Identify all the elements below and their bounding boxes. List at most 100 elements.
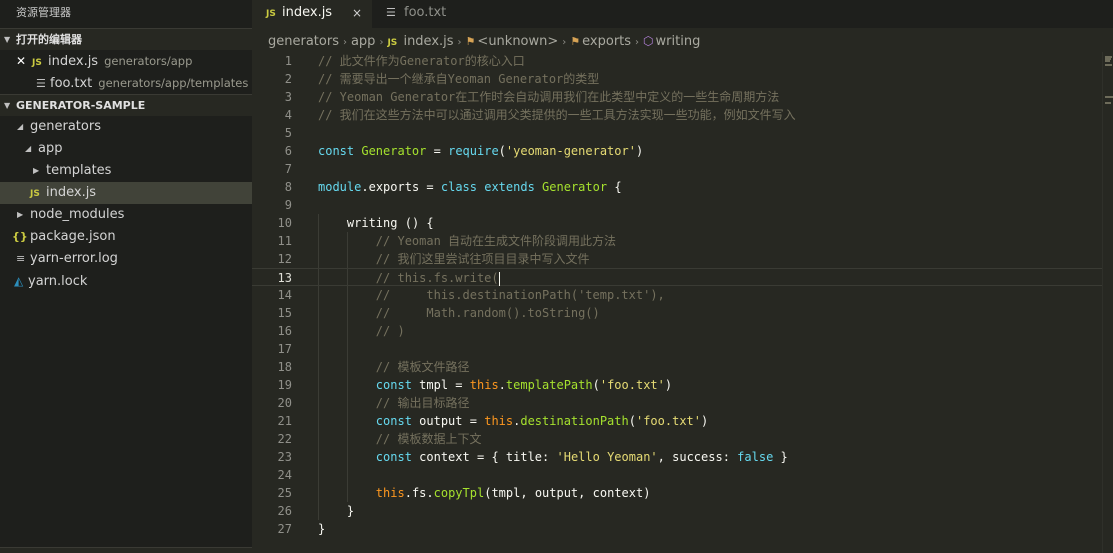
code-line[interactable]: 25 this.fs.copyTpl(tmpl, output, context…	[252, 484, 1102, 502]
tree-item-generators[interactable]: ◢ generators	[0, 116, 252, 138]
code-text: this.fs.copyTpl(tmpl, output, context)	[375, 486, 651, 500]
code-line[interactable]: 24	[252, 466, 1102, 484]
code-line[interactable]: 21 const output = this.destinationPath('…	[252, 412, 1102, 430]
code-line[interactable]: 14 // this.destinationPath('temp.txt'),	[252, 286, 1102, 304]
code-line[interactable]: 17	[252, 340, 1102, 358]
code-editor[interactable]: 1 // 此文件作为Generator的核心入口 2 // 需要导出一个继承自Yeom…	[252, 52, 1102, 553]
code-line[interactable]: 9	[252, 196, 1102, 214]
code-text: }	[318, 522, 326, 536]
tree-item-label: generators	[30, 119, 101, 134]
minimap-line	[1105, 96, 1113, 98]
tree-item-app[interactable]: ◢ app	[0, 138, 252, 160]
code-line[interactable]: 22 // 模板数据上下文	[252, 430, 1102, 448]
open-editors-header[interactable]: ▼ 打开的编辑器	[0, 28, 252, 50]
tree-item-package-json[interactable]: {} package.json	[0, 226, 252, 248]
code-text: module.exports = class extends Generator…	[318, 180, 622, 194]
open-editor-item-foo-txt[interactable]: ☰ foo.txt generators/app/templates	[0, 72, 252, 94]
chevron-right-icon: ›	[635, 37, 640, 48]
collapsed-panel-divider	[0, 547, 252, 553]
code-line[interactable]: 3 // Yeoman Generator在工作时会自动调用我们在此类型中定义的一…	[252, 88, 1102, 106]
code-line[interactable]: 2 // 需要导出一个继承自Yeoman Generator的类型	[252, 70, 1102, 88]
code-line[interactable]: 11 // Yeoman 自动在生成文件阶段调用此方法	[252, 232, 1102, 250]
code-line[interactable]: 13 // this.fs.write(	[252, 268, 1102, 286]
line-number: 2	[284, 72, 292, 86]
close-icon[interactable]: ×	[352, 0, 362, 26]
line-number: 26	[277, 504, 292, 518]
cube-icon: ⬡	[643, 34, 654, 48]
text-cursor	[498, 271, 500, 286]
tree-item-label: yarn-error.log	[30, 251, 118, 266]
tree-item-index-js[interactable]: JS index.js	[0, 182, 252, 204]
line-number: 27	[277, 522, 292, 536]
breadcrumb-item[interactable]: writing	[656, 34, 701, 49]
workspace-header[interactable]: ▼ GENERATOR-SAMPLE	[0, 94, 252, 116]
line-number: 3	[284, 90, 292, 104]
chevron-down-icon: ◢	[25, 144, 32, 153]
code-line[interactable]: 12 // 我们这里尝试往项目目录中写入文件	[252, 250, 1102, 268]
breadcrumb-item[interactable]: app	[351, 34, 375, 49]
line-number: 21	[277, 414, 292, 428]
code-text: }	[346, 504, 355, 518]
tab-foo-txt[interactable]: ☰ foo.txt	[372, 0, 482, 28]
chevron-right-icon: ›	[457, 37, 462, 48]
code-text: // Yeoman 自动在生成文件阶段调用此方法	[375, 234, 617, 248]
tree-item-yarn-lock[interactable]: ◭ yarn.lock	[0, 270, 252, 292]
tree-item-label: templates	[46, 163, 112, 178]
code-line[interactable]: 6 const Generator = require('yeoman-gener…	[252, 142, 1102, 160]
line-number: 11	[277, 234, 292, 248]
code-line[interactable]: 1 // 此文件作为Generator的核心入口	[252, 52, 1102, 70]
text-file-icon: ☰	[36, 77, 46, 90]
breadcrumb-item[interactable]: exports	[582, 34, 631, 49]
line-number: 18	[277, 360, 292, 374]
code-text: // 模板数据上下文	[375, 432, 482, 446]
code-line[interactable]: 15 // Math.random().toString()	[252, 304, 1102, 322]
tab-index-js[interactable]: JS index.js ×	[252, 0, 372, 28]
editor-scrollbar[interactable]	[1102, 52, 1113, 553]
line-number: 12	[277, 252, 292, 266]
tree-item-node-modules[interactable]: ▶ node_modules	[0, 204, 252, 226]
code-line[interactable]: 16 // )	[252, 322, 1102, 340]
minimap-line	[1105, 64, 1112, 66]
code-text: // this.destinationPath('temp.txt'),	[375, 288, 665, 302]
close-icon[interactable]: ✕	[16, 50, 32, 72]
code-line[interactable]: 7	[252, 160, 1102, 178]
line-number: 14	[277, 288, 292, 302]
chevron-right-icon: ›	[342, 37, 347, 48]
breadcrumb-item[interactable]: <unknown>	[477, 34, 558, 49]
tree-item-templates[interactable]: ▶ templates	[0, 160, 252, 182]
code-line[interactable]: 20 // 输出目标路径	[252, 394, 1102, 412]
open-editor-item-index-js[interactable]: ✕ JS index.js generators/app	[0, 50, 252, 72]
minimap-line	[1105, 60, 1110, 62]
code-line[interactable]: 19 const tmpl = this.templatePath('foo.t…	[252, 376, 1102, 394]
code-line[interactable]: 5	[252, 124, 1102, 142]
code-line[interactable]: 27}	[252, 520, 1102, 538]
line-number: 13	[277, 271, 292, 285]
open-editor-label: foo.txt	[50, 76, 93, 91]
sidebar-title: 资源管理器	[16, 6, 71, 19]
line-number: 17	[277, 342, 292, 356]
code-text: // 此文件作为Generator的核心入口	[318, 54, 525, 68]
code-text: const output = this.destinationPath('foo…	[375, 414, 709, 428]
workspace-title: GENERATOR-SAMPLE	[16, 99, 146, 112]
chevron-down-icon: ◢	[17, 122, 24, 131]
code-text: // )	[375, 324, 405, 338]
code-line[interactable]: 23 const context = { title: 'Hello Yeoma…	[252, 448, 1102, 466]
breadcrumb-item[interactable]: index.js	[403, 34, 453, 49]
line-number: 5	[284, 126, 292, 140]
code-line[interactable]: 8 module.exports = class extends Generato…	[252, 178, 1102, 196]
breadcrumb-item[interactable]: generators	[268, 34, 339, 49]
line-number: 16	[277, 324, 292, 338]
tree-item-label: node_modules	[30, 207, 125, 222]
braces-icon: {}	[12, 230, 28, 243]
code-line[interactable]: 26 }	[252, 502, 1102, 520]
tree-item-yarn-error-log[interactable]: ≡ yarn-error.log	[0, 248, 252, 270]
code-line[interactable]: 18 // 模板文件路径	[252, 358, 1102, 376]
code-line[interactable]: 10 writing () {	[252, 214, 1102, 232]
chevron-down-icon: ▼	[4, 101, 11, 110]
symbol-unknown-icon: ⚑	[570, 35, 581, 48]
text-file-icon: ≡	[16, 252, 26, 265]
code-text: const Generator = require('yeoman-genera…	[318, 144, 644, 158]
tab-label: index.js	[282, 5, 333, 20]
open-editor-path: generators/app	[104, 54, 193, 68]
code-line[interactable]: 4 // 我们在这些方法中可以通过调用父类提供的一些工具方法实现一些功能，例如文件…	[252, 106, 1102, 124]
